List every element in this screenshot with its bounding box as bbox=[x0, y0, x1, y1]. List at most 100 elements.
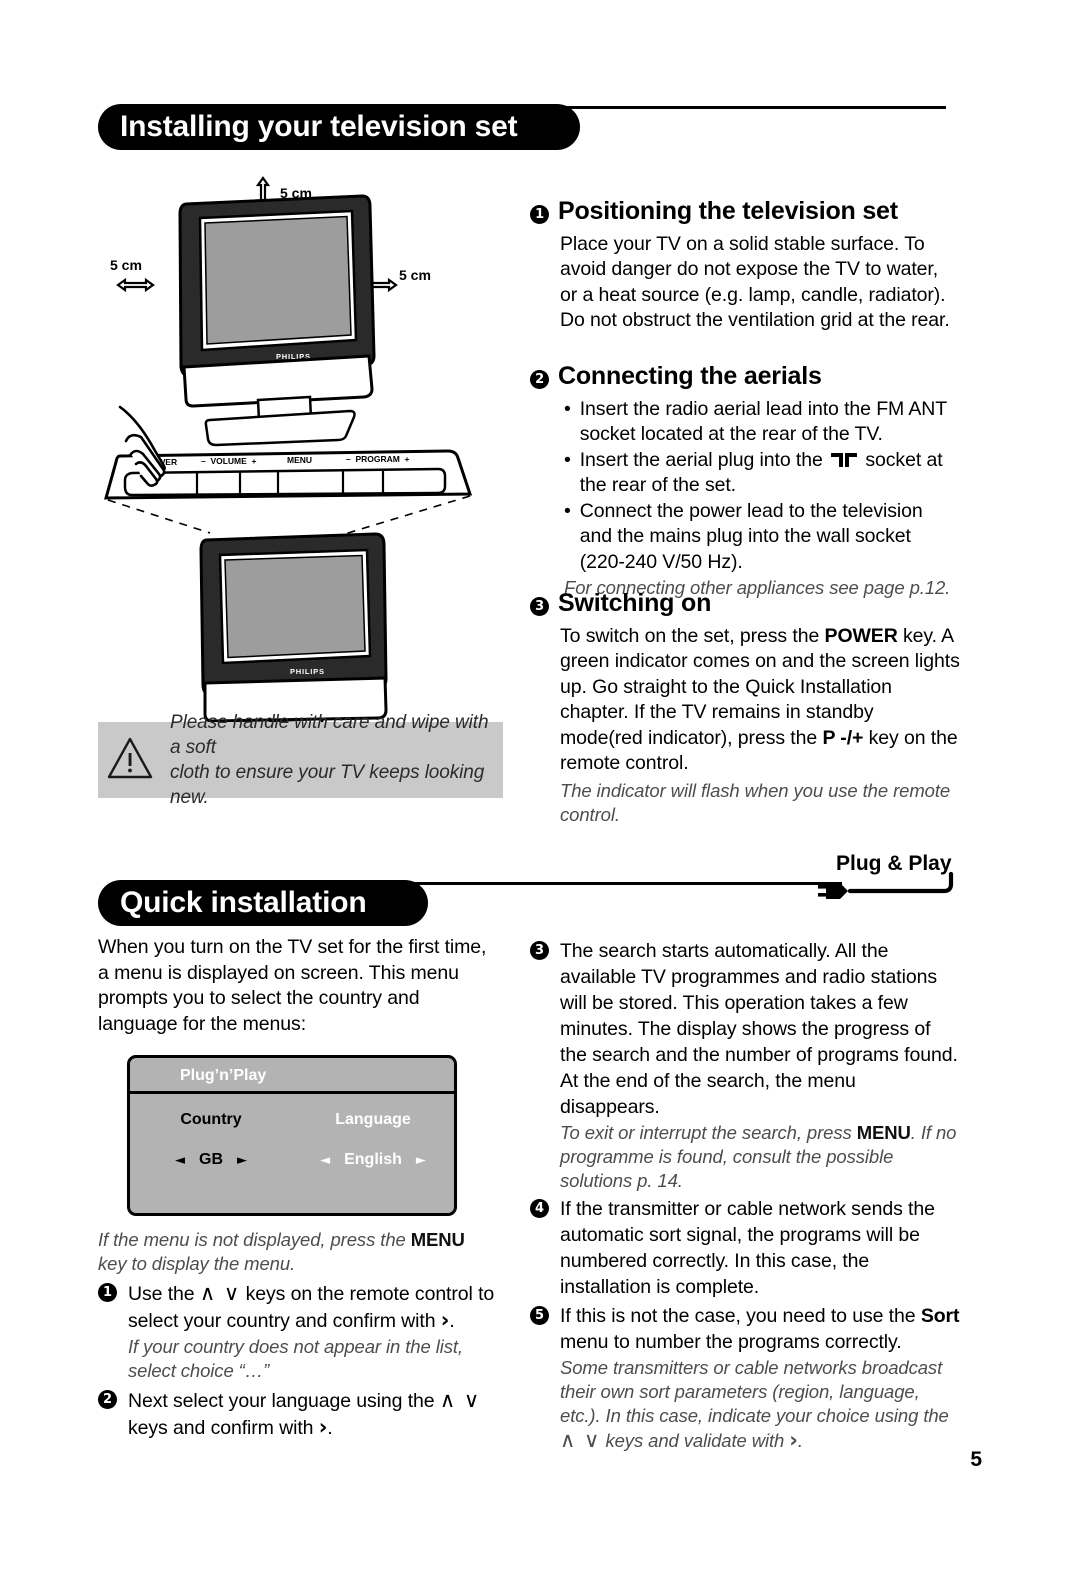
osd-country-right-arrow-icon[interactable]: ► bbox=[237, 1154, 247, 1167]
quick-step-3-note: To exit or interrupt the search, press M… bbox=[530, 1121, 960, 1193]
plug-and-play-logo-text: Plug & Play bbox=[836, 852, 952, 875]
panel-label-program: – PROGRAM + bbox=[346, 454, 410, 464]
quick-step-3-note-pre: To exit or interrupt the search, press bbox=[560, 1122, 857, 1143]
installing-banner-title: Installing your television set bbox=[98, 104, 580, 150]
osd-language-left-arrow-icon[interactable]: ◄ bbox=[320, 1154, 330, 1167]
coax-socket-icon bbox=[831, 452, 858, 467]
plug-and-play-logo: Plug & Play bbox=[818, 846, 970, 902]
step-3-title: Switching on bbox=[558, 589, 712, 617]
up-down-keys-icon: ∧ ∨ bbox=[560, 1428, 601, 1452]
osd-language-column: Language ◄ English ► bbox=[292, 1111, 454, 1169]
power-plug-icon bbox=[818, 883, 848, 899]
step-2-bullet-3-text: Connect the power lead to the television… bbox=[579, 499, 923, 573]
manual-page: Installing your television set 5 cm 5 cm… bbox=[0, 0, 1080, 1589]
panel-label-volume: – VOLUME + bbox=[201, 456, 257, 466]
step-1-body: Place your TV on a solid stable surface.… bbox=[560, 232, 950, 332]
bullet-icon: • bbox=[564, 448, 571, 471]
quick-banner-title: Quick installation bbox=[98, 880, 428, 926]
quick-step-5-note-pre: Some transmitters or cable networks broa… bbox=[560, 1357, 949, 1426]
quick-step-3-text: The search starts automatically. All the… bbox=[560, 940, 958, 1118]
quick-step-5-note-mid: keys and validate with bbox=[600, 1430, 790, 1451]
installing-banner-rule bbox=[560, 106, 946, 109]
osd-country-label: Country bbox=[180, 1111, 242, 1128]
quick-step-5-text: If this is not the case, you need to use… bbox=[560, 1303, 960, 1355]
quick-step-2-mid: keys and confirm with bbox=[128, 1417, 319, 1439]
quick-intro-block: When you turn on the TV set for the firs… bbox=[98, 935, 498, 1037]
clearance-right-label: 5 cm bbox=[399, 267, 431, 283]
osd-language-label: Language bbox=[335, 1111, 411, 1128]
up-down-keys-icon: ∧ ∨ bbox=[199, 1281, 241, 1305]
quick-right-steps: 3 The search starts automatically. All t… bbox=[530, 938, 960, 1453]
quick-step-1-pre: Use the bbox=[128, 1283, 200, 1305]
quick-step-5-note-post: . bbox=[797, 1430, 803, 1451]
osd-language-value: English bbox=[344, 1151, 402, 1168]
step-3-block: 3 Switching on To switch on the set, pre… bbox=[530, 589, 960, 827]
clearance-arrow-left bbox=[116, 277, 155, 293]
osd-language-right-arrow-icon[interactable]: ► bbox=[416, 1154, 426, 1167]
quick-intro-text: When you turn on the TV set for the firs… bbox=[98, 936, 487, 1035]
step-2-title: Connecting the aerials bbox=[558, 362, 822, 390]
quick-left-steps: If the menu is not displayed, press the … bbox=[98, 1228, 498, 1441]
step-2-bullet-1-text: Insert the radio aerial lead into the FM… bbox=[579, 397, 947, 446]
quick-step-4: 4 If the transmitter or cable network se… bbox=[530, 1196, 960, 1300]
installing-banner: Installing your television set bbox=[98, 104, 580, 150]
quick-menu-note-pre: If the menu is not displayed, press the bbox=[98, 1229, 411, 1250]
quick-menu-note: If the menu is not displayed, press the … bbox=[98, 1228, 498, 1276]
tv-brand-lower: PHILIPS bbox=[290, 667, 325, 676]
quick-step-2: 2 Next select your language using the ∧ … bbox=[98, 1387, 498, 1441]
osd-language-selector[interactable]: ◄ English ► bbox=[292, 1151, 454, 1169]
step-3-note: The indicator will flash when you use th… bbox=[560, 779, 951, 825]
power-key-label: POWER bbox=[824, 624, 898, 647]
plug-n-play-osd-menu: Plug’n’Play Country ◄ GB ► Language ◄ En… bbox=[127, 1055, 457, 1216]
osd-country-value: GB bbox=[199, 1151, 223, 1168]
step-1-heading: 1 Positioning the television set bbox=[530, 197, 960, 226]
tv-set-upper: PHILIPS bbox=[178, 194, 376, 447]
step-3-heading: 3 Switching on bbox=[530, 589, 960, 618]
step-2-bullet-1: • Insert the radio aerial lead into the … bbox=[564, 397, 960, 448]
clearance-left-label: 5 cm bbox=[110, 257, 142, 273]
quick-step-5: 5 If this is not the case, you need to u… bbox=[530, 1303, 960, 1355]
warning-line-2: cloth to ensure your TV keeps looking ne… bbox=[170, 762, 485, 808]
quick-step-2-post: . bbox=[327, 1417, 333, 1439]
quick-step-5-note: Some transmitters or cable networks broa… bbox=[530, 1356, 960, 1453]
quick-step-1-text: Use the ∧ ∨ keys on the remote control t… bbox=[128, 1280, 498, 1334]
step-2-block: 2 Connecting the aerials • Insert the ra… bbox=[530, 362, 960, 600]
quick-step-5-pre: If this is not the case, you need to use… bbox=[560, 1305, 921, 1327]
quick-step-5-number: 5 bbox=[530, 1306, 549, 1325]
quick-step-4-number: 4 bbox=[530, 1199, 549, 1218]
bullet-icon: • bbox=[564, 397, 571, 420]
perspective-guides bbox=[107, 495, 471, 537]
step-2-bullet-2: • Insert the aerial plug into the socket… bbox=[564, 448, 960, 499]
step-3-body: To switch on the set, press the POWER ke… bbox=[530, 624, 960, 777]
warning-triangle-icon bbox=[106, 735, 154, 786]
bullet-icon: • bbox=[564, 499, 571, 522]
step-3-number: 3 bbox=[530, 597, 549, 616]
quick-step-3-number: 3 bbox=[530, 941, 549, 960]
right-arrow-key-icon: › bbox=[789, 1428, 798, 1452]
quick-step-3: 3 The search starts automatically. All t… bbox=[530, 938, 960, 1120]
step-3-body-pre: To switch on the set, press the bbox=[560, 624, 825, 647]
quick-step-5-post: menu to number the programs correctly. bbox=[560, 1331, 902, 1353]
menu-key-label: MENU bbox=[856, 1122, 911, 1143]
step-2-bullet-2-pre: Insert the aerial plug into the bbox=[579, 448, 823, 471]
quick-step-2-text: Next select your language using the ∧ ∨ … bbox=[128, 1387, 498, 1441]
quick-step-1-note: If your country does not appear in the l… bbox=[128, 1336, 463, 1381]
quick-step-1-post: . bbox=[449, 1310, 455, 1332]
quick-banner: Quick installation bbox=[98, 880, 428, 926]
quick-step-1-number: 1 bbox=[98, 1283, 117, 1302]
warning-line-1: Please handle with care and wipe with a … bbox=[170, 712, 489, 758]
quick-step-2-pre: Next select your language using the bbox=[128, 1390, 440, 1412]
step-1-block: 1 Positioning the television set Place y… bbox=[530, 197, 960, 334]
sort-menu-label: Sort bbox=[920, 1305, 960, 1327]
up-down-keys-icon: ∧ ∨ bbox=[439, 1388, 481, 1412]
quick-step-1: 1 Use the ∧ ∨ keys on the remote control… bbox=[98, 1280, 498, 1334]
osd-country-selector[interactable]: ◄ GB ► bbox=[130, 1151, 292, 1169]
osd-country-left-arrow-icon[interactable]: ◄ bbox=[175, 1154, 185, 1167]
step-1-title: Positioning the television set bbox=[558, 197, 898, 225]
step-2-number: 2 bbox=[530, 370, 549, 389]
panel-label-menu: MENU bbox=[287, 455, 312, 465]
step-2-bullet-3: • Connect the power lead to the televisi… bbox=[564, 499, 960, 576]
quick-banner-rule bbox=[410, 882, 842, 885]
quick-menu-note-post: key to display the menu. bbox=[98, 1253, 296, 1274]
osd-country-column: Country ◄ GB ► bbox=[130, 1111, 292, 1169]
